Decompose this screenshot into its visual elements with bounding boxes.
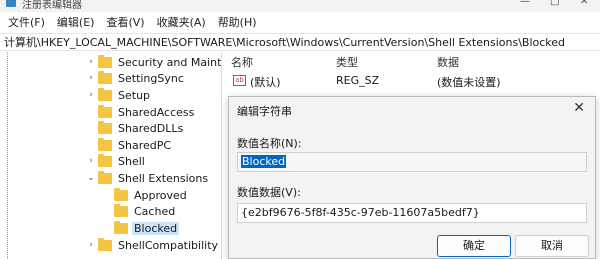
chevron-right-icon[interactable]: ›: [86, 240, 96, 250]
tree-guide-line: [7, 52, 8, 259]
tree-item-label: Shell Extensions: [118, 171, 209, 185]
tree-item-label: Setup: [118, 88, 151, 102]
tree-item-shell-extensions[interactable]: ⌄ Shell Extensions: [86, 170, 210, 186]
chevron-right-icon[interactable]: ›: [86, 73, 96, 83]
window-title: 注册表编辑器: [22, 0, 82, 11]
folder-icon: [98, 153, 112, 167]
tree-item-label: Cached: [134, 204, 176, 218]
tree-item-setup[interactable]: › Setup: [86, 87, 152, 103]
menu-bar: 文件(F) 编辑(E) 查看(V) 收藏夹(A) 帮助(H): [0, 13, 600, 31]
dialog-title: 编辑字符串: [237, 105, 292, 118]
value-name-text: Blocked: [241, 155, 287, 168]
tree-item-label: Shell: [118, 154, 145, 168]
tree-item-settingsync[interactable]: › SettingSync: [86, 70, 186, 86]
value-name-field: Blocked: [237, 152, 587, 172]
registry-tree: › Security and Mainte › SettingSync › Se…: [0, 52, 222, 259]
value-data-input[interactable]: {e2bf9676-5f8f-435c-97eb-11607a5bedf7}: [237, 203, 587, 223]
folder-icon: [98, 237, 112, 251]
column-header-name[interactable]: 名称: [231, 54, 253, 70]
chevron-right-icon[interactable]: ›: [86, 57, 96, 67]
close-icon[interactable]: ✕: [573, 100, 585, 116]
folder-icon: [98, 87, 112, 101]
tree-item-shellcompatibility[interactable]: › ShellCompatibility: [86, 237, 220, 253]
folder-icon: [98, 54, 112, 68]
folder-icon: [98, 137, 112, 151]
folder-icon: [114, 187, 128, 201]
tree-item-sharedaccess[interactable]: SharedAccess: [86, 104, 196, 120]
menu-favorites[interactable]: 收藏夹(A): [157, 14, 206, 30]
tree-item-label: ShellCompatibility: [118, 238, 219, 252]
tree-item-label: Blocked: [132, 221, 180, 235]
tree-item-label: SharedPC: [118, 138, 172, 152]
value-name-label: 数值名称(N):: [237, 137, 302, 150]
maximize-button[interactable]: □: [550, 0, 559, 7]
folder-icon: [98, 120, 112, 134]
folder-open-icon: [98, 170, 112, 184]
value-name[interactable]: (默认): [250, 74, 281, 90]
close-window-button[interactable]: ✕: [580, 0, 588, 7]
tree-item-blocked[interactable]: Blocked: [102, 220, 180, 236]
menu-file[interactable]: 文件(F): [8, 14, 45, 30]
regedit-app-icon: [6, 0, 16, 7]
minimize-button[interactable]: —: [520, 0, 530, 7]
tree-item-cached[interactable]: Cached: [102, 203, 177, 219]
tree-item-sharedpc[interactable]: SharedPC: [86, 137, 173, 153]
tree-item-security[interactable]: › Security and Mainte: [86, 54, 222, 70]
column-header-data[interactable]: 数据: [437, 54, 459, 70]
tree-item-label: SettingSync: [118, 71, 184, 85]
menu-edit[interactable]: 编辑(E): [57, 14, 95, 30]
ok-button[interactable]: 确定: [437, 235, 511, 257]
address-bar[interactable]: 计算机\HKEY_LOCAL_MACHINE\SOFTWARE\Microsof…: [0, 33, 600, 51]
value-type: REG_SZ: [336, 74, 380, 87]
chevron-right-icon[interactable]: ›: [86, 90, 96, 100]
chevron-down-icon[interactable]: ⌄: [86, 173, 96, 183]
tree-item-shareddlls[interactable]: SharedDLLs: [86, 120, 185, 136]
cancel-button[interactable]: 取消: [515, 235, 589, 257]
tree-item-label: SharedDLLs: [118, 121, 184, 135]
value-data: (数值未设置): [437, 76, 501, 89]
window-titlebar: 注册表编辑器 — □ ✕: [0, 0, 600, 12]
menu-view[interactable]: 查看(V): [106, 14, 144, 30]
chevron-right-icon[interactable]: ›: [86, 156, 96, 166]
menu-help[interactable]: 帮助(H): [218, 14, 257, 30]
edit-string-dialog: 编辑字符串 ✕ 数值名称(N): Blocked 数值数据(V): {e2bf9…: [228, 96, 596, 259]
value-data-label: 数值数据(V):: [237, 186, 301, 199]
tree-item-label: Security and Mainte: [118, 55, 222, 69]
folder-icon: [114, 220, 128, 234]
folder-icon: [114, 203, 128, 217]
column-header-type[interactable]: 类型: [336, 54, 358, 70]
tree-item-shell[interactable]: › Shell: [86, 153, 147, 169]
string-value-icon: ab: [233, 75, 246, 86]
folder-icon: [98, 70, 112, 84]
tree-item-label: Approved: [134, 188, 187, 202]
tree-item-label: SharedAccess: [118, 105, 195, 119]
folder-icon: [98, 104, 112, 118]
tree-item-approved[interactable]: Approved: [102, 187, 189, 203]
